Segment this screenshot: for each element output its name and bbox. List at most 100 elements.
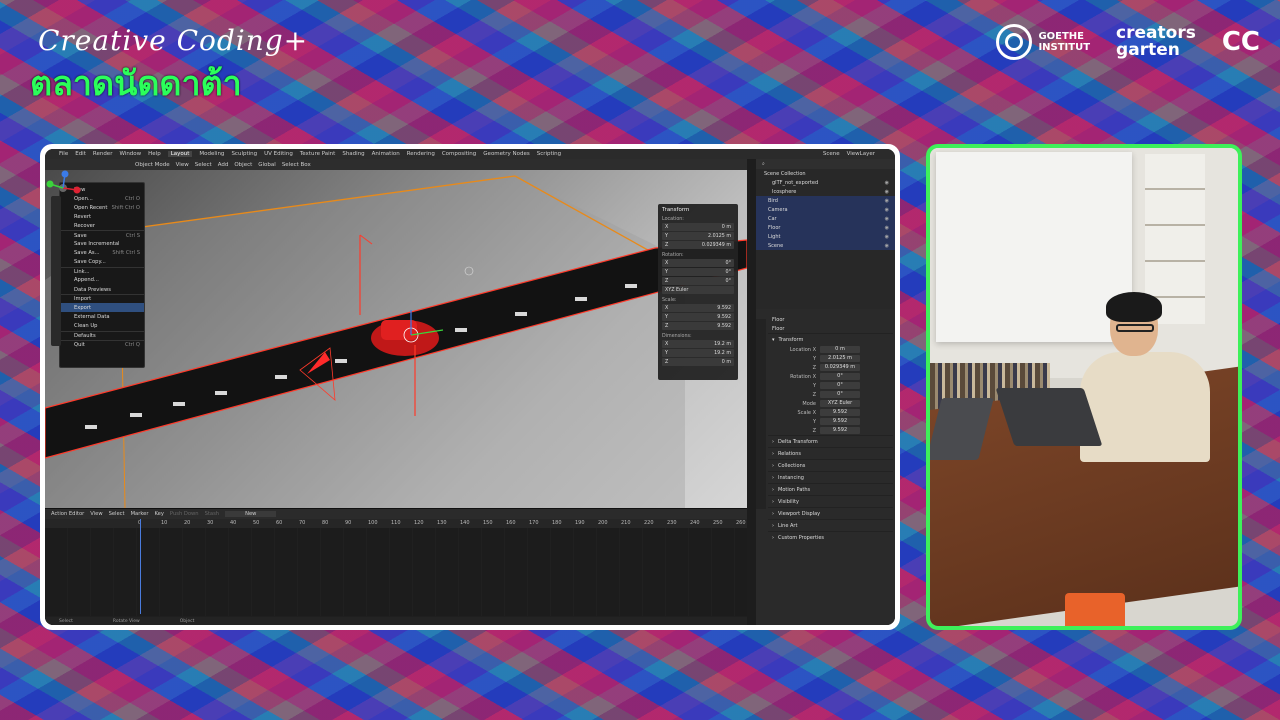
file-menu-item-export[interactable]: Export [60, 303, 144, 313]
prop-rotation-z[interactable]: Z 0° [768, 390, 893, 399]
viewport-menu-view[interactable]: View [176, 162, 189, 168]
prop-location-y[interactable]: Y 2.0125 m [768, 354, 893, 363]
outliner-item-floor[interactable]: Floor ◉ [756, 223, 895, 232]
tab-animation[interactable]: Animation [372, 151, 400, 157]
properties-editor[interactable]: Floor Floor ▾ Transform Location X0 m Y2… [756, 309, 895, 625]
file-menu-item-data-previews[interactable]: Data Previews [60, 285, 144, 294]
panel-instancing[interactable]: › Instancing [768, 471, 893, 483]
action-editor-mode[interactable]: Action Editor [51, 511, 84, 517]
viewport-menu-add[interactable]: Add [218, 162, 229, 168]
visibility-eye-icon[interactable]: ◉ [885, 243, 889, 249]
outliner-item-light[interactable]: Light ◉ [756, 232, 895, 241]
prop-location-z[interactable]: Z 0.029349 m [768, 363, 893, 372]
viewport-menu-select-box[interactable]: Select Box [282, 162, 311, 168]
scene-collection[interactable]: Scene Collection [756, 169, 895, 178]
timeline-menu-view[interactable]: View [90, 511, 102, 517]
tab-file[interactable]: File [59, 151, 68, 157]
visibility-eye-icon[interactable]: ◉ [885, 216, 889, 222]
properties-mesh-name[interactable]: Floor [768, 324, 893, 333]
tab-uv-editing[interactable]: UV Editing [264, 151, 293, 157]
visibility-eye-icon[interactable]: ◉ [885, 207, 889, 213]
file-menu-item-link[interactable]: Link... [60, 266, 144, 276]
file-menu-item-quit[interactable]: Quit Ctrl Q [60, 339, 144, 349]
outliner-item-camera[interactable]: Camera ◉ [756, 205, 895, 214]
file-menu-item-revert[interactable]: Revert [60, 212, 144, 221]
prop-rotation-x[interactable]: Rotation X 0° [768, 372, 893, 381]
transform-section[interactable]: ▾ Transform [768, 333, 893, 345]
dimensions-x-field[interactable]: X 19.2 m [662, 340, 734, 348]
search-icon[interactable]: ⌕ [762, 161, 765, 167]
dimensions-y-field[interactable]: Y 19.2 m [662, 349, 734, 357]
timeline-menu-marker[interactable]: Marker [131, 511, 149, 517]
tab-sculpting[interactable]: Sculpting [231, 151, 257, 157]
panel-line-art[interactable]: › Line Art [768, 519, 893, 531]
stash-button[interactable]: Stash [205, 511, 220, 517]
prop-scale-z[interactable]: Z 9.592 [768, 426, 893, 435]
properties-tabs[interactable] [756, 319, 766, 509]
tab-render[interactable]: Render [93, 151, 113, 157]
view-layer-selector[interactable]: ViewLayer [847, 151, 875, 157]
prop-rotation-y[interactable]: Y 0° [768, 381, 893, 390]
scene-selector[interactable]: Scene [823, 151, 840, 157]
location-y-field[interactable]: Y 2.0125 m [662, 232, 734, 240]
file-menu-item-save-copy[interactable]: Save Copy... [60, 258, 144, 267]
prop-mode[interactable]: Mode XYZ Euler [768, 399, 893, 408]
visibility-eye-icon[interactable]: ◉ [885, 198, 889, 204]
viewport-menu-select[interactable]: Select [195, 162, 212, 168]
tab-rendering[interactable]: Rendering [407, 151, 435, 157]
panel-visibility[interactable]: › Visibility [768, 495, 893, 507]
file-menu-item-recover[interactable]: Recover [60, 221, 144, 230]
visibility-eye-icon[interactable]: ◉ [885, 180, 889, 186]
tab-modeling[interactable]: Modeling [199, 151, 224, 157]
file-menu-item-import[interactable]: Import [60, 294, 144, 303]
panel-collections[interactable]: › Collections [768, 459, 893, 471]
action-editor[interactable]: Action Editor View Select Marker Key Push Dow… [45, 508, 747, 625]
tab-geometry-nodes[interactable]: Geometry Nodes [483, 151, 529, 157]
tab-scripting[interactable]: Scripting [537, 151, 561, 157]
viewport-menu-object-mode[interactable]: Object Mode [135, 162, 170, 168]
tab-shading[interactable]: Shading [342, 151, 364, 157]
rotation-z-field[interactable]: Z 0° [662, 277, 734, 285]
file-menu-item-save-as[interactable]: Save As... Shift Ctrl S [60, 249, 144, 258]
visibility-eye-icon[interactable]: ◉ [885, 189, 889, 195]
location-x-field[interactable]: X0 m [662, 223, 734, 231]
scale-z-field[interactable]: Z 9.592 [662, 322, 734, 330]
tab-layout[interactable]: Layout [167, 151, 193, 157]
visibility-eye-icon[interactable]: ◉ [885, 225, 889, 231]
file-menu-item-append[interactable]: Append... [60, 276, 144, 285]
outliner-item-scene[interactable]: Scene ◉ [756, 241, 895, 250]
3d-viewport[interactable]: NewOpen...Ctrl OOpen RecentShift Ctrl OR… [45, 170, 747, 508]
tab-edit[interactable]: Edit [75, 151, 86, 157]
viewport-menu-object[interactable]: Object [234, 162, 252, 168]
viewport-menu-global[interactable]: Global [258, 162, 276, 168]
tab-compositing[interactable]: Compositing [442, 151, 476, 157]
tab-texture-paint[interactable]: Texture Paint [300, 151, 336, 157]
visibility-eye-icon[interactable]: ◉ [885, 234, 889, 240]
playhead[interactable] [140, 519, 141, 614]
tab-help[interactable]: Help [148, 151, 161, 157]
outliner-item-bird[interactable]: Bird ◉ [756, 196, 895, 205]
prop-scale-x[interactable]: Scale X 9.592 [768, 408, 893, 417]
file-menu-item-defaults[interactable]: Defaults [60, 330, 144, 340]
panel-delta-transform[interactable]: › Delta Transform [768, 435, 893, 447]
file-menu-item-save-incremental[interactable]: Save Incremental [60, 240, 144, 249]
timeline-menu-select[interactable]: Select [109, 511, 125, 517]
outliner-item-car[interactable]: Car ◉ [756, 214, 895, 223]
push-down-button[interactable]: Push Down [170, 511, 199, 517]
outliner-item-gltf-not-exported[interactable]: glTF_not_exported ◉ [756, 178, 895, 187]
file-menu-item-external-data[interactable]: External Data [60, 312, 144, 321]
outliner[interactable]: ⌕ Scene Collection glTF_not_exported ◉ Ico… [756, 159, 895, 309]
new-button[interactable]: New [225, 511, 277, 517]
outliner-item-icosphere[interactable]: Icosphere ◉ [756, 187, 895, 196]
rotation-y-field[interactable]: Y 0° [662, 268, 734, 276]
scale-x-field[interactable]: X 9.592 [662, 304, 734, 312]
scale-y-field[interactable]: Y 9.592 [662, 313, 734, 321]
rotation-mode-select[interactable]: XYZ Euler [662, 286, 734, 294]
tab-window[interactable]: Window [119, 151, 141, 157]
navigation-gizmo-icon[interactable] [45, 170, 81, 206]
file-menu-item-clean-up[interactable]: Clean Up [60, 321, 144, 330]
prop-scale-y[interactable]: Y 9.592 [768, 417, 893, 426]
action-editor-body[interactable] [45, 528, 747, 616]
frame-ruler[interactable]: 0102030405060708090100110120130140150160… [45, 519, 747, 528]
panel-motion-paths[interactable]: › Motion Paths [768, 483, 893, 495]
